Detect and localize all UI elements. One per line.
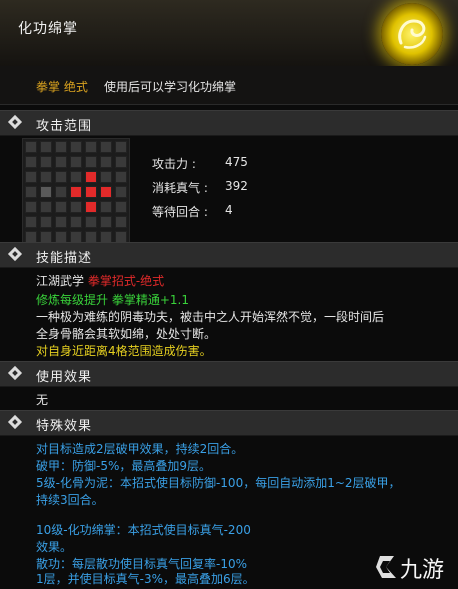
- stat-value: 4: [225, 203, 233, 217]
- attack-range-grid: [22, 138, 130, 246]
- special-effect-line: 破甲：防御-5%，最高叠加9层。: [36, 459, 212, 473]
- desc-growth: 修炼每级提升 拳掌精通+1.1: [36, 293, 189, 307]
- range-cell: [115, 171, 127, 183]
- stat-cooldown: 等待回合 : 4: [152, 203, 292, 221]
- section-label: 攻击范围: [36, 119, 93, 134]
- special-effect-line: 效果。: [36, 540, 73, 554]
- range-cell-hit: [70, 186, 82, 198]
- stat-value: 475: [225, 155, 248, 169]
- diamond-icon: [7, 246, 23, 262]
- stat-value: 392: [225, 179, 248, 193]
- range-cell: [40, 141, 52, 153]
- range-cell: [55, 141, 67, 153]
- range-cell: [40, 201, 52, 213]
- diamond-icon: [7, 365, 23, 381]
- desc-school: 江湖武学 拳掌招式-绝式: [36, 272, 164, 289]
- watermark-logo: 九游: [374, 548, 458, 586]
- range-cell: [55, 201, 67, 213]
- special-effect-line: 5级-化骨为泥：本招式使目标防御-100，每回自动添加1~2层破甲，: [36, 476, 401, 490]
- range-cell: [25, 171, 37, 183]
- skill-emblem-icon: [381, 3, 443, 65]
- stat-label: 消耗真气 :: [152, 181, 208, 195]
- stat-label: 等待回合 :: [152, 205, 208, 219]
- use-effect-text: 无: [36, 393, 49, 407]
- desc-text-1: 一种极为难练的阴毒功夫，被击中之人开始浑然不觉，一段时间后: [36, 310, 385, 324]
- range-cell-hit: [85, 171, 97, 183]
- range-cell: [85, 156, 97, 168]
- section-header-description: 技能描述: [0, 242, 458, 268]
- range-cell: [25, 201, 37, 213]
- range-cell: [70, 156, 82, 168]
- diamond-icon: [7, 414, 23, 430]
- range-cell-hit: [100, 186, 112, 198]
- section-header-range: 攻击范围: [0, 110, 458, 136]
- desc-text-2: 全身骨骼会其软如绵，处处寸断。: [36, 327, 217, 341]
- range-cell: [85, 216, 97, 228]
- range-cell: [100, 216, 112, 228]
- range-cell: [100, 156, 112, 168]
- title-bar: 化功绵掌: [0, 0, 458, 66]
- section-label: 使用效果: [36, 370, 93, 385]
- stat-label: 攻击力 :: [152, 157, 196, 171]
- range-cell: [25, 216, 37, 228]
- school-type: 拳掌招式-绝式: [87, 274, 165, 288]
- range-cell: [115, 216, 127, 228]
- special-effect-line: 10级-化功绵掌：本招式使目标真气-200: [36, 523, 251, 537]
- range-cell: [25, 141, 37, 153]
- range-cell: [40, 156, 52, 168]
- range-cell: [55, 216, 67, 228]
- section-header-special-effect: 特殊效果: [0, 410, 458, 436]
- range-cell: [55, 171, 67, 183]
- range-cell: [70, 141, 82, 153]
- skill-class: 拳掌 绝式: [36, 80, 88, 94]
- special-effect-line: 持续3回合。: [36, 493, 104, 507]
- watermark-text: 九游: [400, 558, 444, 583]
- range-cell: [115, 201, 127, 213]
- range-cell: [70, 201, 82, 213]
- range-cell: [100, 201, 112, 213]
- section-label: 特殊效果: [36, 419, 93, 434]
- range-cell: [55, 186, 67, 198]
- skill-title: 化功绵掌: [18, 21, 78, 37]
- stat-qi-cost: 消耗真气 : 392: [152, 179, 292, 197]
- section-header-use-effect: 使用效果: [0, 361, 458, 387]
- range-cell: [115, 141, 127, 153]
- range-cell-hit: [85, 201, 97, 213]
- diamond-icon: [7, 114, 23, 130]
- school-prefix: 江湖武学: [36, 274, 85, 288]
- range-cell-self: [40, 186, 52, 198]
- range-cell: [115, 186, 127, 198]
- range-cell: [85, 141, 97, 153]
- range-cell: [70, 216, 82, 228]
- skill-use-note: 使用后可以学习化功绵掌: [104, 80, 237, 94]
- range-cell: [40, 171, 52, 183]
- skill-subheader: 拳掌 绝式 使用后可以学习化功绵掌: [0, 66, 458, 105]
- range-cell: [100, 171, 112, 183]
- range-cell-hit: [85, 186, 97, 198]
- range-cell: [100, 141, 112, 153]
- range-cell: [55, 156, 67, 168]
- desc-range-effect: 对自身近距离4格范围造成伤害。: [36, 344, 212, 358]
- special-effect-line: 1层，并使目标真气-3%，最高叠加6层。: [36, 572, 255, 586]
- range-cell: [115, 156, 127, 168]
- section-label: 技能描述: [36, 251, 93, 266]
- range-cell: [25, 186, 37, 198]
- range-cell: [70, 171, 82, 183]
- range-cell: [40, 216, 52, 228]
- stat-attack: 攻击力 : 475: [152, 155, 292, 173]
- range-cell: [25, 156, 37, 168]
- special-effect-line: 对目标造成2层破甲效果，持续2回合。: [36, 442, 244, 456]
